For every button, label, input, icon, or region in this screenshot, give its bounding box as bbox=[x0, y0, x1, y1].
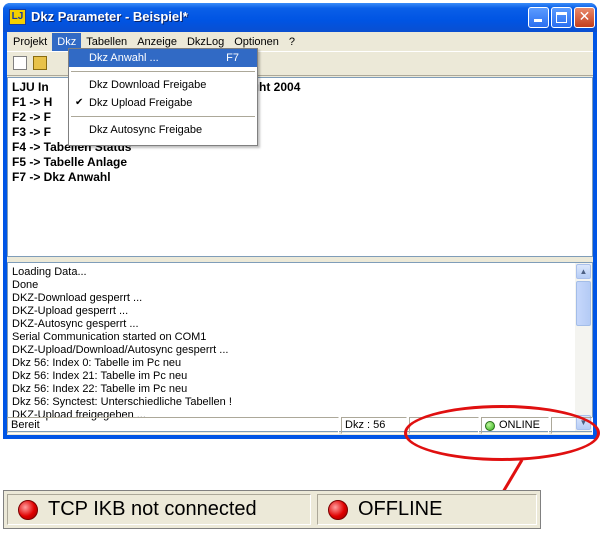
tcp-led-icon bbox=[18, 499, 38, 520]
zoomed-status-strip: TCP IKB not connected OFFLINE bbox=[3, 490, 541, 529]
tcp-status-pane: TCP IKB not connected bbox=[7, 494, 311, 525]
offline-label: OFFLINE bbox=[358, 498, 443, 520]
offline-status-pane: OFFLINE bbox=[317, 494, 537, 525]
tcp-status-label: TCP IKB not connected bbox=[48, 498, 257, 520]
offline-led-icon bbox=[328, 499, 348, 520]
annotation-arrow bbox=[484, 459, 524, 524]
